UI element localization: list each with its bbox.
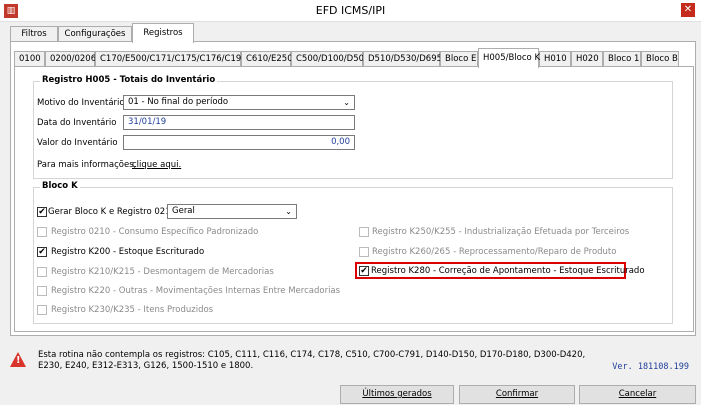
k250-checkbox[interactable] [359, 227, 369, 237]
cancelar-button[interactable]: Cancelar [579, 385, 696, 404]
gerar-bloco-k-label: Gerar Bloco K e Registro 0210 [48, 207, 177, 217]
valor-label: Valor do Inventário [37, 138, 118, 148]
tab-bloco-1[interactable]: Bloco 1 [603, 51, 641, 67]
k0210-label: Registro 0210 - Consumo Específico Padro… [51, 227, 259, 237]
warning-icon: ! [10, 352, 26, 367]
version-label: Ver. 181108.199 [612, 362, 689, 372]
motivo-select[interactable]: 01 - No final do período ⌄ [123, 95, 355, 110]
h005-bloco-k-panel: Registro H005 - Totais do Inventário Mot… [14, 66, 694, 332]
ultimos-gerados-label: Últimos gerados [362, 389, 432, 399]
k230-label: Registro K230/K235 - Itens Produzidos [51, 305, 214, 315]
k210-label: Registro K210/K215 - Desmontagem de Merc… [51, 267, 274, 277]
tab-bloco-b[interactable]: Bloco B [641, 51, 679, 67]
valor-inventario-input[interactable]: 0,00 [123, 135, 355, 150]
gerar-bloco-k-select[interactable]: Geral ⌄ [167, 204, 297, 219]
gerar-select-value: Geral [172, 206, 195, 216]
h005-group-title: Registro H005 - Totais do Inventário [40, 75, 218, 85]
tab-0200-0206[interactable]: 0200/0206 [45, 51, 96, 67]
gerar-bloco-k-checkbox[interactable]: ✔ [37, 207, 47, 217]
close-icon[interactable]: ✕ [681, 3, 695, 17]
k280-checkbox[interactable]: ✔ [359, 266, 369, 276]
chevron-down-icon: ⌄ [285, 207, 292, 216]
tab-0100[interactable]: 0100 [14, 51, 45, 67]
k210-checkbox[interactable] [37, 267, 47, 277]
ultimos-gerados-button[interactable]: Últimos gerados [340, 385, 454, 404]
cancelar-label: Cancelar [618, 389, 657, 399]
tab-c170[interactable]: C170/E500/C171/C175/C176/C197 [95, 51, 247, 67]
k260-checkbox[interactable] [359, 247, 369, 257]
title-bar: ▥ EFD ICMS/IPI ✕ [0, 0, 701, 22]
tab-registros[interactable]: Registros [132, 23, 194, 43]
confirmar-label: Confirmar [495, 389, 539, 399]
motivo-label: Motivo do Inventário [37, 98, 125, 108]
tab-filtros[interactable]: Filtros [10, 26, 58, 42]
tab-h020[interactable]: H020 [571, 51, 603, 67]
k0210-checkbox[interactable] [37, 227, 47, 237]
k200-checkbox[interactable]: ✔ [37, 247, 47, 257]
info-link[interactable]: clique aqui. [132, 160, 181, 170]
chevron-down-icon: ⌄ [343, 98, 350, 107]
k230-checkbox[interactable] [37, 305, 47, 315]
tab-c500[interactable]: C500/D100/D500 [291, 51, 369, 67]
k220-checkbox[interactable] [37, 286, 47, 296]
data-label: Data do Inventário [37, 118, 117, 128]
tab-c610-e250[interactable]: C610/E250 [241, 51, 293, 67]
confirmar-button[interactable]: Confirmar [459, 385, 575, 404]
tab-bloco-e[interactable]: Bloco E [440, 51, 478, 67]
k260-label: Registro K260/265 - Reprocessamento/Repa… [372, 247, 617, 257]
k220-label: Registro K220 - Outras - Movimentações I… [51, 286, 341, 296]
tab-h010[interactable]: H010 [539, 51, 571, 67]
footer-message: Esta rotina não contempla os registros: … [38, 350, 586, 371]
k280-label: Registro K280 - Correção de Apontamento … [371, 266, 645, 276]
data-inventario-input[interactable]: 31/01/19 [123, 115, 355, 130]
window-title: EFD ICMS/IPI [315, 4, 386, 17]
tab-configuracoes[interactable]: Configurações [58, 26, 132, 42]
k250-label: Registro K250/K255 - Industrialização Ef… [372, 227, 630, 237]
tab-h005-bloco-k[interactable]: H005/Bloco K [478, 48, 540, 68]
info-label: Para mais informações, [37, 160, 137, 170]
motivo-value: 01 - No final do período [128, 97, 229, 107]
tab-d510[interactable]: D510/D530/D695 [363, 51, 442, 67]
k200-label: Registro K200 - Estoque Escriturado [51, 247, 205, 257]
bloco-k-group-title: Bloco K [40, 181, 80, 191]
